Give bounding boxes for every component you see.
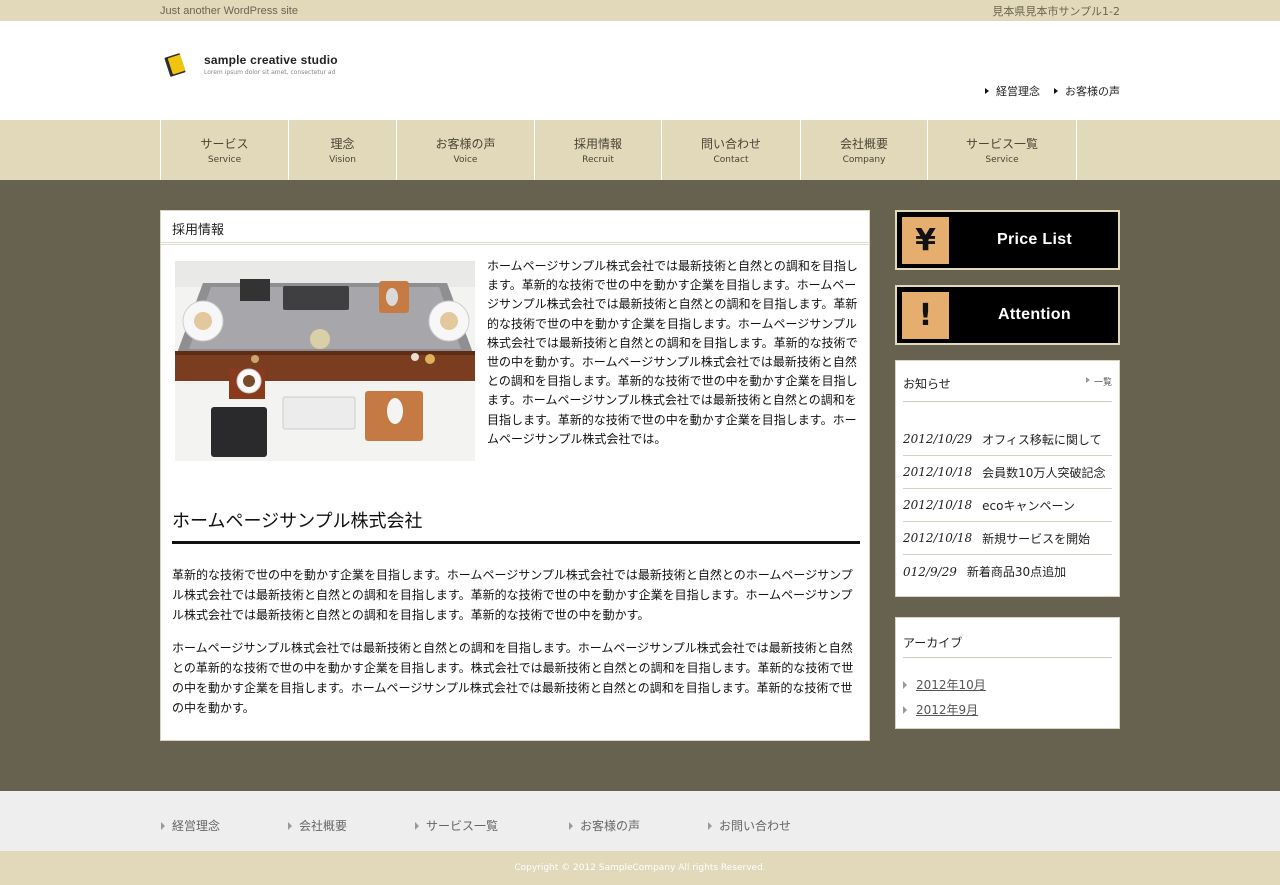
body-paragraph-1: 革新的な技術で世の中を動かす企業を目指します。ホームページサンプル株式会社では最… bbox=[172, 568, 853, 622]
nav-item-company[interactable]: 会社概要 Company bbox=[800, 120, 927, 180]
news-item[interactable]: 2012/10/18 新規サービスを開始 bbox=[903, 522, 1112, 555]
top-bar: Just another WordPress site 見本県見本市サンプル1-… bbox=[0, 0, 1280, 21]
triangle-right-icon bbox=[985, 88, 989, 94]
news-title: お知らせ bbox=[903, 377, 951, 391]
yen-icon: ¥ bbox=[900, 214, 951, 266]
triangle-right-icon bbox=[708, 821, 712, 830]
site-tagline: Just another WordPress site bbox=[160, 4, 298, 17]
site-subtitle: Lorem ipsum dolor sit amet, consectetur … bbox=[204, 69, 336, 76]
footer-link-service-list[interactable]: サービス一覧 bbox=[415, 817, 498, 834]
site-header: sample creative studio Lorem ipsum dolor… bbox=[0, 21, 1280, 120]
triangle-right-icon bbox=[1054, 88, 1058, 94]
site-name: sample creative studio bbox=[204, 53, 338, 67]
nav-item-contact[interactable]: 問い合わせ Contact bbox=[661, 120, 800, 180]
body-paragraph-2: ホームページサンプル株式会社では最新技術と自然との調和を目指します。ホームページ… bbox=[172, 641, 854, 715]
site-logo[interactable]: sample creative studio Lorem ipsum dolor… bbox=[163, 53, 338, 81]
global-nav: サービス Service 理念 Vision お客様の声 Voice 採用情報 … bbox=[0, 120, 1280, 180]
footer-nav: 経営理念 会社概要 サービス一覧 お客様の声 お問い合わせ bbox=[0, 791, 1280, 851]
site-address: 見本県見本市サンプル1-2 bbox=[992, 4, 1120, 18]
price-list-banner[interactable]: ¥ Price List bbox=[895, 210, 1120, 270]
archive-link-2012-09[interactable]: 2012年9月 bbox=[903, 697, 1112, 722]
price-list-label: Price List bbox=[996, 231, 1073, 248]
nav-item-voice[interactable]: お客様の声 Voice bbox=[396, 120, 534, 180]
news-item[interactable]: 2012/10/18 ecoキャンペーン bbox=[903, 489, 1112, 522]
triangle-right-icon bbox=[1085, 377, 1090, 383]
header-links: 経営理念 お客様の声 bbox=[985, 83, 1120, 99]
triangle-right-icon bbox=[415, 821, 419, 830]
intro-image bbox=[175, 261, 475, 461]
news-item[interactable]: 012/9/29 新着商品30点追加 bbox=[903, 555, 1112, 588]
main-area: 採用情報 ホームページサンプル株式会社では最新技術と自然との調和を目指します。革… bbox=[0, 180, 1280, 791]
news-item[interactable]: 2012/10/18 会員数10万人突破記念 bbox=[903, 456, 1112, 489]
footer-link-contact[interactable]: お問い合わせ bbox=[708, 817, 791, 834]
nav-item-service[interactable]: サービス Service bbox=[160, 120, 288, 180]
attention-banner[interactable]: ! Attention bbox=[895, 285, 1120, 345]
copyright: Copyright © 2012 SampleCompany All right… bbox=[0, 851, 1280, 885]
archive-widget: アーカイブ 2012年10月 2012年9月 bbox=[895, 617, 1120, 729]
exclamation-icon: ! bbox=[900, 289, 951, 341]
content-panel: 採用情報 ホームページサンプル株式会社では最新技術と自然との調和を目指します。革… bbox=[160, 210, 870, 741]
footer-link-company[interactable]: 会社概要 bbox=[288, 817, 347, 834]
news-widget: お知らせ 一覧 2012/10/29 オフィス移転に関して 2012/10/18… bbox=[895, 360, 1120, 597]
triangle-right-icon bbox=[161, 821, 165, 830]
triangle-right-icon bbox=[569, 821, 573, 830]
footer-link-voice[interactable]: お客様の声 bbox=[569, 817, 640, 834]
section-heading: ホームページサンプル株式会社 bbox=[172, 507, 860, 544]
triangle-right-icon bbox=[903, 680, 907, 689]
news-item[interactable]: 2012/10/29 オフィス移転に関して bbox=[903, 423, 1112, 456]
triangle-right-icon bbox=[903, 705, 907, 714]
page-title: 採用情報 bbox=[161, 211, 869, 245]
intro-text: ホームページサンプル株式会社では最新技術と自然との調和を目指します。革新的な技術… bbox=[487, 259, 858, 446]
triangle-right-icon bbox=[288, 821, 292, 830]
book-logo-icon bbox=[163, 53, 189, 81]
archive-title: アーカイブ bbox=[903, 634, 1112, 658]
archive-link-2012-10[interactable]: 2012年10月 bbox=[903, 672, 1112, 697]
nav-item-recruit[interactable]: 採用情報 Recruit bbox=[534, 120, 661, 180]
attention-label: Attention bbox=[998, 306, 1071, 323]
header-link-philosophy[interactable]: 経営理念 bbox=[985, 83, 1040, 99]
news-list-link[interactable]: 一覧 bbox=[1085, 375, 1112, 401]
desk-photo bbox=[175, 261, 475, 461]
nav-item-service-list[interactable]: サービス一覧 Service bbox=[927, 120, 1077, 180]
header-link-voice[interactable]: お客様の声 bbox=[1054, 83, 1120, 99]
nav-item-vision[interactable]: 理念 Vision bbox=[288, 120, 396, 180]
footer-link-philosophy[interactable]: 経営理念 bbox=[161, 817, 220, 834]
